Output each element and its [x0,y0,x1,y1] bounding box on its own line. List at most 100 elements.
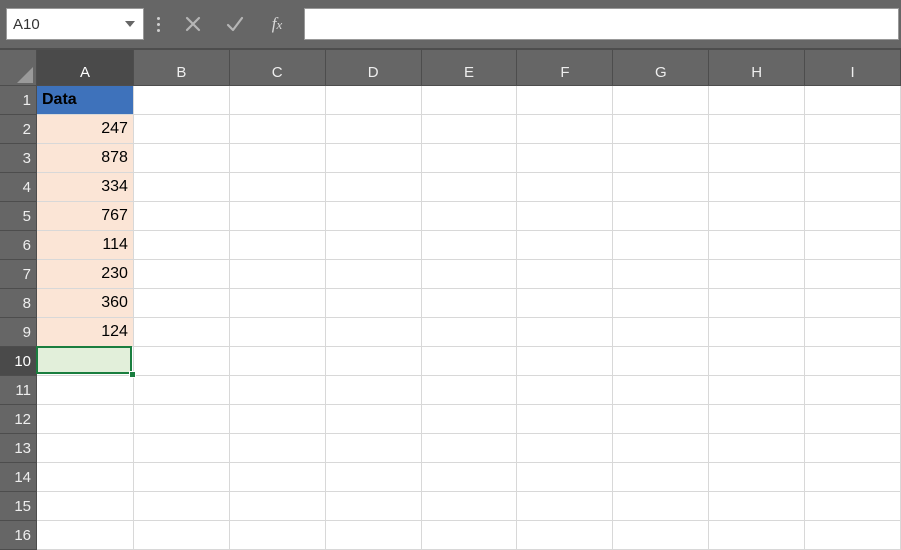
row-header-8[interactable]: 8 [0,289,37,318]
cell-E3[interactable] [422,144,518,173]
cell-C3[interactable] [230,144,326,173]
column-header-D[interactable]: D [326,50,422,86]
cell-I1[interactable] [805,86,901,115]
column-header-H[interactable]: H [709,50,805,86]
cell-D1[interactable] [326,86,422,115]
cell-A12[interactable] [37,405,134,434]
column-header-B[interactable]: B [134,50,230,86]
cell-A1[interactable]: Data [37,86,134,115]
cell-H7[interactable] [709,260,805,289]
cell-B1[interactable] [134,86,230,115]
fill-handle[interactable] [129,371,136,378]
cell-F13[interactable] [517,434,613,463]
cell-E5[interactable] [422,202,518,231]
cell-H6[interactable] [709,231,805,260]
cell-B11[interactable] [134,376,230,405]
cell-D15[interactable] [326,492,422,521]
cell-D7[interactable] [326,260,422,289]
cell-A11[interactable] [37,376,134,405]
cell-I3[interactable] [805,144,901,173]
cell-I12[interactable] [805,405,901,434]
cell-G14[interactable] [613,463,709,492]
cell-E10[interactable] [422,347,518,376]
cell-I2[interactable] [805,115,901,144]
cell-F9[interactable] [517,318,613,347]
cell-E13[interactable] [422,434,518,463]
cell-B8[interactable] [134,289,230,318]
row-header-6[interactable]: 6 [0,231,37,260]
select-all-corner[interactable] [0,50,37,86]
cell-B2[interactable] [134,115,230,144]
cell-B16[interactable] [134,521,230,550]
cell-B13[interactable] [134,434,230,463]
row-header-5[interactable]: 5 [0,202,37,231]
cell-F7[interactable] [517,260,613,289]
cell-H9[interactable] [709,318,805,347]
insert-function-button[interactable]: fx [256,8,298,40]
cell-D10[interactable] [326,347,422,376]
cell-D16[interactable] [326,521,422,550]
cell-H11[interactable] [709,376,805,405]
column-header-F[interactable]: F [517,50,613,86]
cell-G1[interactable] [613,86,709,115]
cell-I4[interactable] [805,173,901,202]
row-header-11[interactable]: 11 [0,376,37,405]
row-header-3[interactable]: 3 [0,144,37,173]
cell-A13[interactable] [37,434,134,463]
cell-A16[interactable] [37,521,134,550]
cell-A10[interactable] [37,347,134,376]
cell-C7[interactable] [230,260,326,289]
cell-E11[interactable] [422,376,518,405]
row-header-7[interactable]: 7 [0,260,37,289]
cell-A6[interactable]: 114 [37,231,134,260]
cell-C4[interactable] [230,173,326,202]
cell-G12[interactable] [613,405,709,434]
cell-E9[interactable] [422,318,518,347]
formula-input[interactable] [304,8,899,40]
cell-H8[interactable] [709,289,805,318]
cell-F4[interactable] [517,173,613,202]
cell-B3[interactable] [134,144,230,173]
cell-C15[interactable] [230,492,326,521]
cell-I15[interactable] [805,492,901,521]
cell-C8[interactable] [230,289,326,318]
row-header-13[interactable]: 13 [0,434,37,463]
cell-C14[interactable] [230,463,326,492]
name-box-dropdown-icon[interactable] [123,17,137,31]
cell-I10[interactable] [805,347,901,376]
column-header-E[interactable]: E [422,50,518,86]
row-header-10[interactable]: 10 [0,347,37,376]
cell-G11[interactable] [613,376,709,405]
row-header-2[interactable]: 2 [0,115,37,144]
row-header-12[interactable]: 12 [0,405,37,434]
row-header-16[interactable]: 16 [0,521,37,550]
cell-G9[interactable] [613,318,709,347]
row-header-1[interactable]: 1 [0,86,37,115]
cell-G7[interactable] [613,260,709,289]
cell-G16[interactable] [613,521,709,550]
cell-F5[interactable] [517,202,613,231]
cell-E14[interactable] [422,463,518,492]
cell-C11[interactable] [230,376,326,405]
cell-H1[interactable] [709,86,805,115]
cell-F6[interactable] [517,231,613,260]
cell-H13[interactable] [709,434,805,463]
cell-D4[interactable] [326,173,422,202]
cell-A15[interactable] [37,492,134,521]
cell-I5[interactable] [805,202,901,231]
cell-A2[interactable]: 247 [37,115,134,144]
cell-B14[interactable] [134,463,230,492]
column-header-I[interactable]: I [805,50,901,86]
cell-E1[interactable] [422,86,518,115]
cell-B12[interactable] [134,405,230,434]
cell-B4[interactable] [134,173,230,202]
cell-E6[interactable] [422,231,518,260]
column-header-A[interactable]: A [37,50,134,86]
cell-H10[interactable] [709,347,805,376]
row-header-14[interactable]: 14 [0,463,37,492]
cell-B5[interactable] [134,202,230,231]
cell-C16[interactable] [230,521,326,550]
cell-F11[interactable] [517,376,613,405]
cell-D5[interactable] [326,202,422,231]
cell-C10[interactable] [230,347,326,376]
